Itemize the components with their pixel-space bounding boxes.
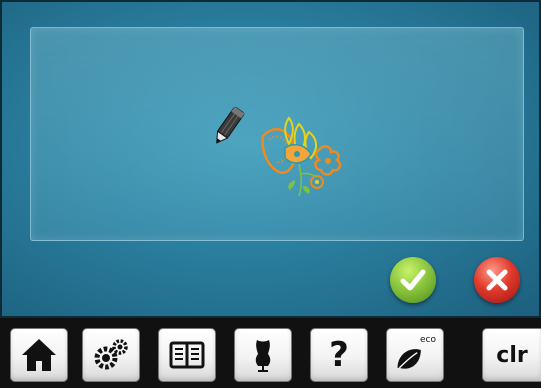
clear-button[interactable]: clr [482, 328, 541, 382]
book-icon [169, 341, 205, 369]
leaf-icon [397, 349, 421, 369]
checkmark-icon [400, 269, 426, 291]
home-icon [22, 339, 56, 371]
pencil-icon[interactable] [209, 103, 249, 151]
main-screen [0, 0, 541, 318]
dress-form-icon [255, 340, 271, 372]
cancel-button[interactable] [474, 257, 520, 303]
confirm-button[interactable] [390, 257, 436, 303]
setup-button[interactable] [82, 328, 140, 382]
eco-button[interactable]: eco [386, 328, 444, 382]
clr-label: clr [496, 342, 528, 368]
creative-consultant-button[interactable] [234, 328, 292, 382]
close-icon [486, 269, 508, 291]
home-button[interactable] [10, 328, 68, 382]
bottom-toolbar: ? eco clr [0, 318, 541, 388]
question-icon: ? [329, 335, 349, 375]
gears-icon [94, 339, 128, 370]
embroidery-motif-image [261, 116, 342, 197]
embroidery-preview-panel[interactable] [30, 27, 524, 241]
help-button[interactable]: ? [310, 328, 368, 382]
tutorial-button[interactable] [158, 328, 216, 382]
eco-label: eco [420, 335, 436, 345]
